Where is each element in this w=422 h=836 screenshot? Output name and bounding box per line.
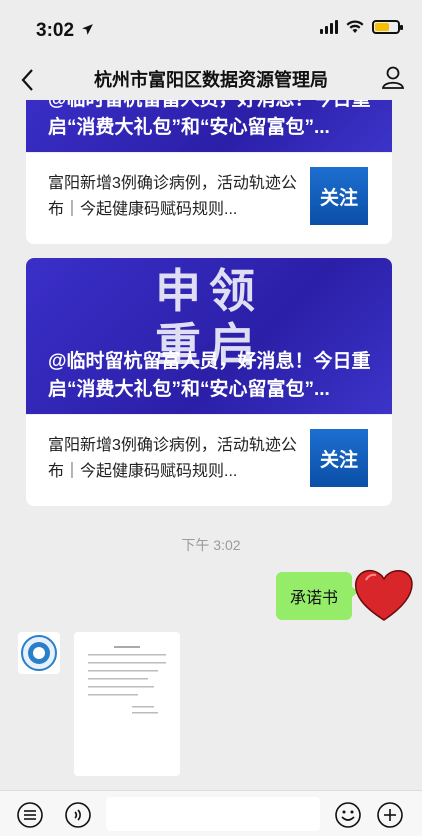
article-banner[interactable]: @临时留杭留富人员，好消息！今日重启“消费大礼包”和“安心留富包”... (26, 100, 392, 152)
heart-avatar[interactable] (352, 562, 416, 626)
sender-avatar[interactable] (18, 632, 60, 674)
document-preview-icon (88, 646, 166, 714)
sub-article-thumbnail[interactable]: 关注 (310, 167, 368, 225)
article-card[interactable]: @临时留杭留富人员，好消息！今日重启“消费大礼包”和“安心留富包”... 富阳新… (26, 100, 392, 244)
status-time-text: 3:02 (36, 20, 75, 41)
sub-article-row[interactable]: 富阳新增3例确诊病例，活动轨迹公布｜今起健康码赋码规则... 关注 (26, 414, 392, 506)
status-icons (320, 20, 403, 34)
status-time: 3:02 (36, 20, 94, 42)
message-input[interactable] (106, 797, 320, 831)
article-banner[interactable]: 申领 重启 @临时留杭留富人员，好消息！今日重启“消费大礼包”和“安心留富包”.… (26, 258, 392, 414)
sent-message-bubble[interactable]: 承诺书 (275, 572, 359, 620)
person-icon[interactable] (380, 64, 406, 90)
battery-icon (372, 20, 403, 34)
article-card[interactable]: 申领 重启 @临时留杭留富人员，好消息！今日重启“消费大礼包”和“安心留富包”.… (26, 258, 392, 506)
add-icon[interactable] (376, 801, 404, 829)
article-title[interactable]: @临时留杭留富人员，好消息！今日重启“消费大礼包”和“安心留富包”... (48, 100, 378, 142)
sub-article-text[interactable]: 富阳新增3例确诊病例，活动轨迹公布｜今起健康码赋码规则... (48, 433, 298, 485)
wifi-icon (346, 20, 364, 33)
sub-article-text[interactable]: 富阳新增3例确诊病例，活动轨迹公布｜今起健康码赋码规则... (48, 171, 298, 223)
status-bar: 3:02 (0, 0, 422, 60)
document-message[interactable] (74, 632, 180, 776)
nav-bar: 杭州市富阳区数据资源管理局 (0, 60, 422, 100)
location-arrow-icon (82, 24, 94, 35)
sub-article-row[interactable]: 富阳新增3例确诊病例，活动轨迹公布｜今起健康码赋码规则... 关注 (26, 152, 392, 244)
chat-content[interactable]: @临时留杭留富人员，好消息！今日重启“消费大礼包”和“安心留富包”... 富阳新… (0, 100, 422, 790)
chat-input-bar (0, 790, 422, 836)
article-title[interactable]: @临时留杭留富人员，好消息！今日重启“消费大礼包”和“安心留富包”... (48, 348, 378, 404)
menu-list-icon[interactable] (16, 801, 44, 829)
voice-icon[interactable] (64, 801, 92, 829)
page-title: 杭州市富阳区数据资源管理局 (94, 70, 328, 90)
sub-article-thumbnail[interactable]: 关注 (310, 429, 368, 487)
chat-timestamp: 下午 3:02 (181, 537, 241, 553)
emoji-icon[interactable] (334, 801, 362, 829)
cellular-signal-icon (320, 20, 338, 34)
organization-logo-icon (21, 635, 57, 671)
